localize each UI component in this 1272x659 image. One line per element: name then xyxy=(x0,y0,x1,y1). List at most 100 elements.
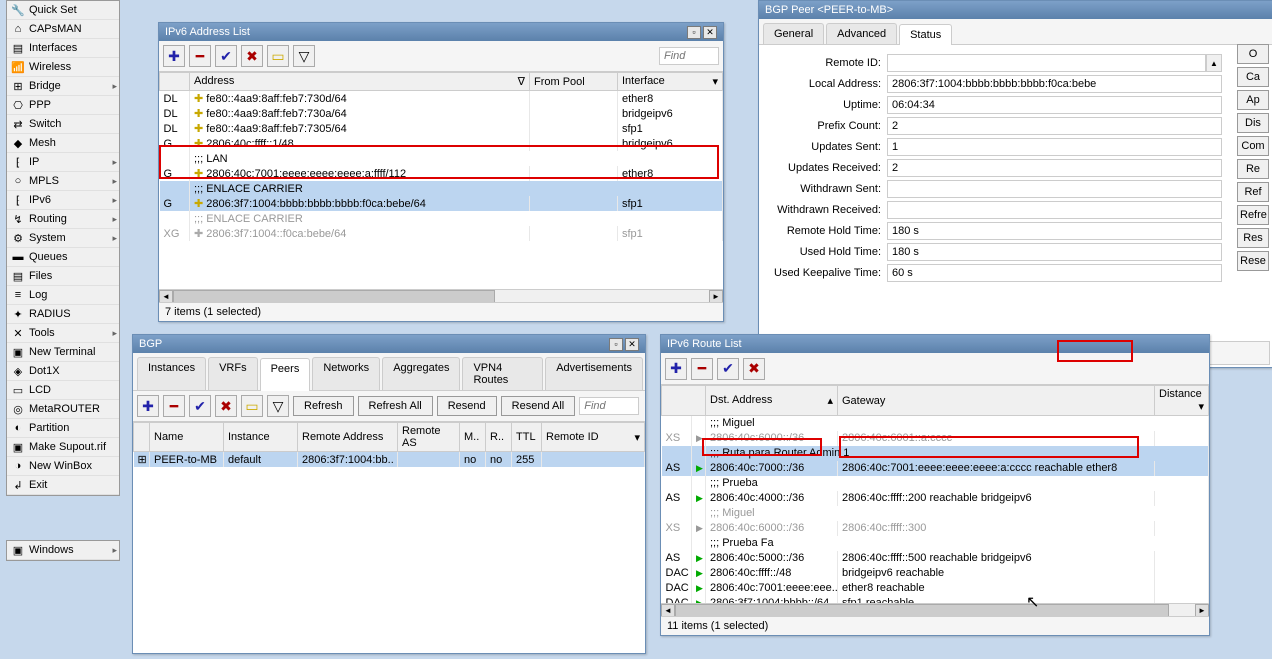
table-row[interactable]: AS▶2806:40c:5000::/362806:40c:ffff::500 … xyxy=(662,551,1209,566)
remove-button[interactable]: ━ xyxy=(163,395,185,417)
table-row[interactable]: DAC▶2806:40c:ffff::/48bridgeipv6 reachab… xyxy=(662,566,1209,581)
tab-general[interactable]: General xyxy=(763,23,824,44)
side-button[interactable]: Ap xyxy=(1237,90,1269,110)
table-row[interactable]: DAC▶2806:40c:7001:eeee:eee..ether8 reach… xyxy=(662,581,1209,596)
sidebar-item-capsman[interactable]: ⌂CAPsMAN xyxy=(7,20,119,39)
table-row[interactable]: DL✚ fe80::4aa9:8aff:feb7:730d/64ether8 xyxy=(160,91,723,107)
table-row[interactable]: XG✚ 2806:3f7:1004::f0ca:bebe/64sfp1 xyxy=(160,226,723,241)
sidebar-item-partition[interactable]: ◐Partition xyxy=(7,419,119,438)
table-row[interactable]: G✚ 2806:40c:7001:eeee:eeee:eeee:a:ffff/1… xyxy=(160,166,723,181)
sidebar-item-make-supout.rif[interactable]: ▣Make Supout.rif xyxy=(7,438,119,457)
sidebar-item-radius[interactable]: ✦RADIUS xyxy=(7,305,119,324)
col-header[interactable]: M.. xyxy=(460,423,486,452)
sidebar-item-ip[interactable]: ⁅IP▸ xyxy=(7,153,119,172)
hscroll[interactable]: ◄ ► xyxy=(159,289,723,303)
table-row[interactable]: AS▶2806:40c:4000::/362806:40c:ffff::200 … xyxy=(662,491,1209,506)
refresh-all-button[interactable]: Refresh All xyxy=(358,396,433,416)
sidebar-item-dot1x[interactable]: ◈Dot1X xyxy=(7,362,119,381)
sidebar-item-ppp[interactable]: ⎔PPP xyxy=(7,96,119,115)
sidebar-item-metarouter[interactable]: ◎MetaROUTER xyxy=(7,400,119,419)
table-row[interactable]: G✚ 2806:3f7:1004:bbbb:bbbb:bbbb:f0ca:beb… xyxy=(160,196,723,211)
window-title-bar[interactable]: IPv6 Route List xyxy=(661,335,1209,353)
dist-header[interactable]: Distance▾ xyxy=(1155,386,1209,416)
side-button[interactable]: Res xyxy=(1237,228,1269,248)
sidebar-item-quick-set[interactable]: 🔧Quick Set xyxy=(7,1,119,20)
sidebar-item-bridge[interactable]: ⊞Bridge▸ xyxy=(7,77,119,96)
side-button[interactable]: Com xyxy=(1237,136,1269,156)
sidebar-item-interfaces[interactable]: ▤Interfaces xyxy=(7,39,119,58)
sidebar-item-wireless[interactable]: 📶Wireless xyxy=(7,58,119,77)
up-arrow[interactable]: ▲ xyxy=(1206,54,1222,72)
side-button[interactable]: Rese xyxy=(1237,251,1269,271)
sidebar-item-mesh[interactable]: ◆Mesh xyxy=(7,134,119,153)
table-row[interactable]: ;;; ENLACE CARRIER xyxy=(160,181,723,196)
sidebar-item-system[interactable]: ⚙System▸ xyxy=(7,229,119,248)
sidebar-item-windows[interactable]: ▣ Windows ▸ xyxy=(7,541,119,560)
sidebar-item-mpls[interactable]: ○MPLS▸ xyxy=(7,172,119,191)
refresh-button[interactable]: Refresh xyxy=(293,396,354,416)
remove-button[interactable]: ━ xyxy=(189,45,211,67)
hscroll[interactable]: ◄ ► xyxy=(661,603,1209,617)
sidebar-item-files[interactable]: ▤Files xyxy=(7,267,119,286)
close-button[interactable]: ✕ xyxy=(703,26,717,39)
col-header[interactable]: TTL xyxy=(512,423,542,452)
col-header[interactable]: Remote ID ▾ xyxy=(542,423,645,452)
sidebar-item-new-terminal[interactable]: ▣New Terminal xyxy=(7,343,119,362)
tab-advertisements[interactable]: Advertisements xyxy=(545,357,643,390)
col-header[interactable]: R.. xyxy=(486,423,512,452)
col-header[interactable]: Remote AS xyxy=(398,423,460,452)
disable-button[interactable]: ✖ xyxy=(215,395,237,417)
minimize-button[interactable]: ▫ xyxy=(687,26,701,39)
remove-button[interactable]: ━ xyxy=(691,358,713,380)
tab-instances[interactable]: Instances xyxy=(137,357,206,390)
side-button[interactable]: Ca xyxy=(1237,67,1269,87)
col-header[interactable]: Remote Address xyxy=(298,423,398,452)
table-row[interactable]: ;;; Prueba Fa xyxy=(662,536,1209,551)
col-header[interactable]: Name xyxy=(150,423,224,452)
add-button[interactable]: ✚ xyxy=(137,395,159,417)
resend-all-button[interactable]: Resend All xyxy=(501,396,576,416)
sidebar-item-tools[interactable]: ✕Tools▸ xyxy=(7,324,119,343)
disable-button[interactable]: ✖ xyxy=(241,45,263,67)
table-row[interactable]: XS▶2806:40c:6000::/362806:40c:ffff::300 xyxy=(662,521,1209,536)
close-button[interactable]: ✕ xyxy=(625,338,639,351)
side-button[interactable]: O xyxy=(1237,44,1269,64)
sidebar-item-exit[interactable]: ↲Exit xyxy=(7,476,119,495)
tab-aggregates[interactable]: Aggregates xyxy=(382,357,460,390)
table-row[interactable]: ;;; Prueba xyxy=(662,476,1209,491)
comment-button[interactable]: ▭ xyxy=(241,395,263,417)
gw-header[interactable]: Gateway xyxy=(838,386,1155,416)
comment-button[interactable]: ▭ xyxy=(267,45,289,67)
sidebar-item-ipv6[interactable]: ⁅IPv6▸ xyxy=(7,191,119,210)
find-input[interactable] xyxy=(579,397,639,415)
sidebar-item-new-winbox[interactable]: ◑New WinBox xyxy=(7,457,119,476)
find-input[interactable] xyxy=(659,47,719,65)
disable-button[interactable]: ✖ xyxy=(743,358,765,380)
enable-button[interactable]: ✔ xyxy=(215,45,237,67)
side-button[interactable]: Ref xyxy=(1237,182,1269,202)
tab-vpn4-routes[interactable]: VPN4 Routes xyxy=(462,357,543,390)
tab-advanced[interactable]: Advanced xyxy=(826,23,897,44)
window-title-bar[interactable]: BGP Peer <PEER-to-MB> xyxy=(759,1,1272,19)
tab-status[interactable]: Status xyxy=(899,24,952,45)
flags-header[interactable] xyxy=(662,386,706,416)
side-button[interactable]: Re xyxy=(1237,159,1269,179)
filter-button[interactable]: ▽ xyxy=(293,45,315,67)
iface-header[interactable]: Interface ▾ xyxy=(618,73,723,91)
table-row[interactable]: ⊞ PEER-to-MB default 2806:3f7:1004:bb.. … xyxy=(134,452,645,468)
sidebar-item-lcd[interactable]: ▭LCD xyxy=(7,381,119,400)
resend-button[interactable]: Resend xyxy=(437,396,497,416)
table-row[interactable]: ;;; ENLACE CARRIER xyxy=(160,211,723,226)
table-row[interactable]: XS▶2806:40c:6000::/362806:40c:6001::a:cc… xyxy=(662,431,1209,446)
flags-header[interactable] xyxy=(160,73,190,91)
add-button[interactable]: ✚ xyxy=(665,358,687,380)
tab-peers[interactable]: Peers xyxy=(260,358,311,391)
side-button[interactable]: Dis xyxy=(1237,113,1269,133)
table-row[interactable]: DL✚ fe80::4aa9:8aff:feb7:730a/64bridgeip… xyxy=(160,106,723,121)
dst-header[interactable]: Dst. Address ▴ xyxy=(706,386,838,416)
table-row[interactable]: G✚ 2806:40c:ffff::1/48bridgeipv6 xyxy=(160,136,723,151)
table-row[interactable]: ;;; Ruta para Router Admin 1 xyxy=(662,446,1209,461)
table-row[interactable]: DL✚ fe80::4aa9:8aff:feb7:7305/64sfp1 xyxy=(160,121,723,136)
enable-button[interactable]: ✔ xyxy=(189,395,211,417)
address-header[interactable]: Address ∇ xyxy=(190,73,530,91)
